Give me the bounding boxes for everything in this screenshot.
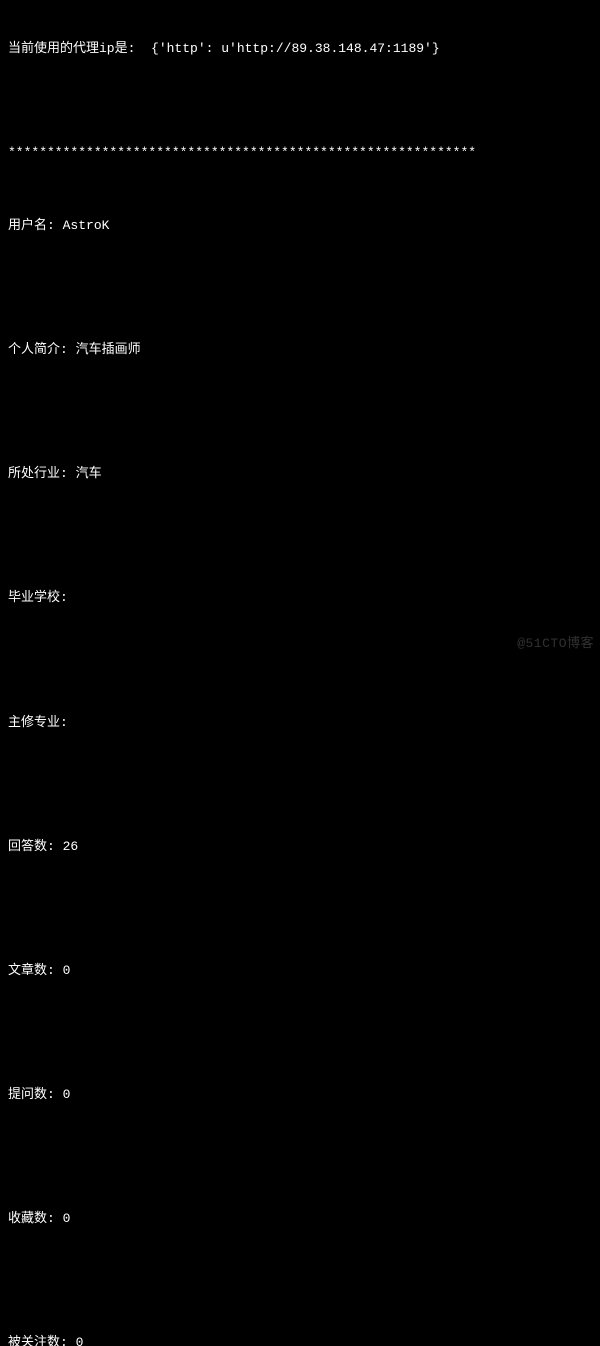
label-major: 主修专业: — [8, 714, 76, 732]
label-followers: 被关注数: — [8, 1334, 76, 1346]
row-answers: 回答数: 26 — [8, 838, 592, 856]
label-articles: 文章数: — [8, 962, 63, 980]
label-answers: 回答数: — [8, 838, 63, 856]
label-school: 毕业学校: — [8, 589, 76, 607]
value-articles: 0 — [63, 962, 71, 980]
row-favorites: 收藏数: 0 — [8, 1210, 592, 1228]
label-favorites: 收藏数: — [8, 1210, 63, 1228]
row-industry: 所处行业: 汽车 — [8, 465, 592, 483]
divider-top: ****************************************… — [8, 144, 592, 162]
value-followers: 0 — [76, 1334, 84, 1346]
value-username: AstroK — [63, 217, 110, 235]
value-favorites: 0 — [63, 1210, 71, 1228]
proxy-line: 当前使用的代理ip是: {'http': u'http://89.38.148.… — [8, 40, 592, 58]
value-questions: 0 — [63, 1086, 71, 1104]
terminal-output: 当前使用的代理ip是: {'http': u'http://89.38.148.… — [8, 4, 592, 1346]
label-username: 用户名: — [8, 217, 63, 235]
row-articles: 文章数: 0 — [8, 962, 592, 980]
row-school: 毕业学校: — [8, 589, 592, 607]
label-industry: 所处行业: — [8, 465, 76, 483]
row-followers: 被关注数: 0 — [8, 1334, 592, 1346]
label-bio: 个人简介: — [8, 341, 76, 359]
label-questions: 提问数: — [8, 1086, 63, 1104]
row-username: 用户名: AstroK — [8, 217, 592, 235]
value-bio: 汽车插画师 — [76, 341, 141, 359]
proxy-prefix: 当前使用的代理ip是: — [8, 41, 151, 56]
row-questions: 提问数: 0 — [8, 1086, 592, 1104]
proxy-value: {'http': u'http://89.38.148.47:1189'} — [151, 41, 440, 56]
row-major: 主修专业: — [8, 714, 592, 732]
value-answers: 26 — [63, 838, 79, 856]
row-bio: 个人简介: 汽车插画师 — [8, 341, 592, 359]
value-industry: 汽车 — [76, 465, 102, 483]
